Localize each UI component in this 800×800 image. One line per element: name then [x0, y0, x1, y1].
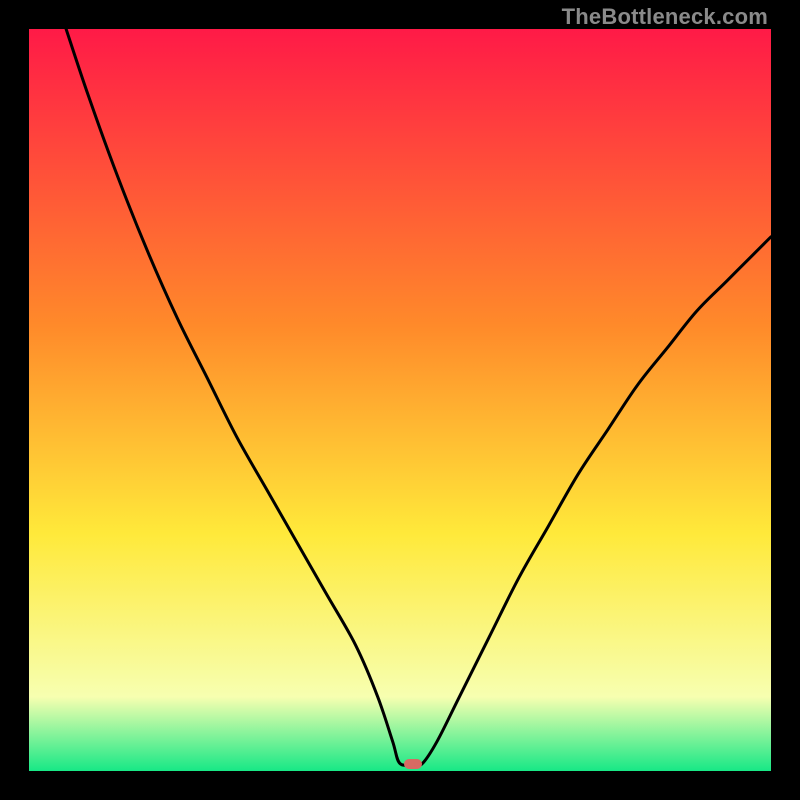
chart-frame: TheBottleneck.com	[0, 0, 800, 800]
plot-area	[29, 29, 771, 771]
bottleneck-curve	[29, 29, 771, 771]
watermark-text: TheBottleneck.com	[562, 4, 768, 30]
optimal-marker	[404, 759, 422, 769]
